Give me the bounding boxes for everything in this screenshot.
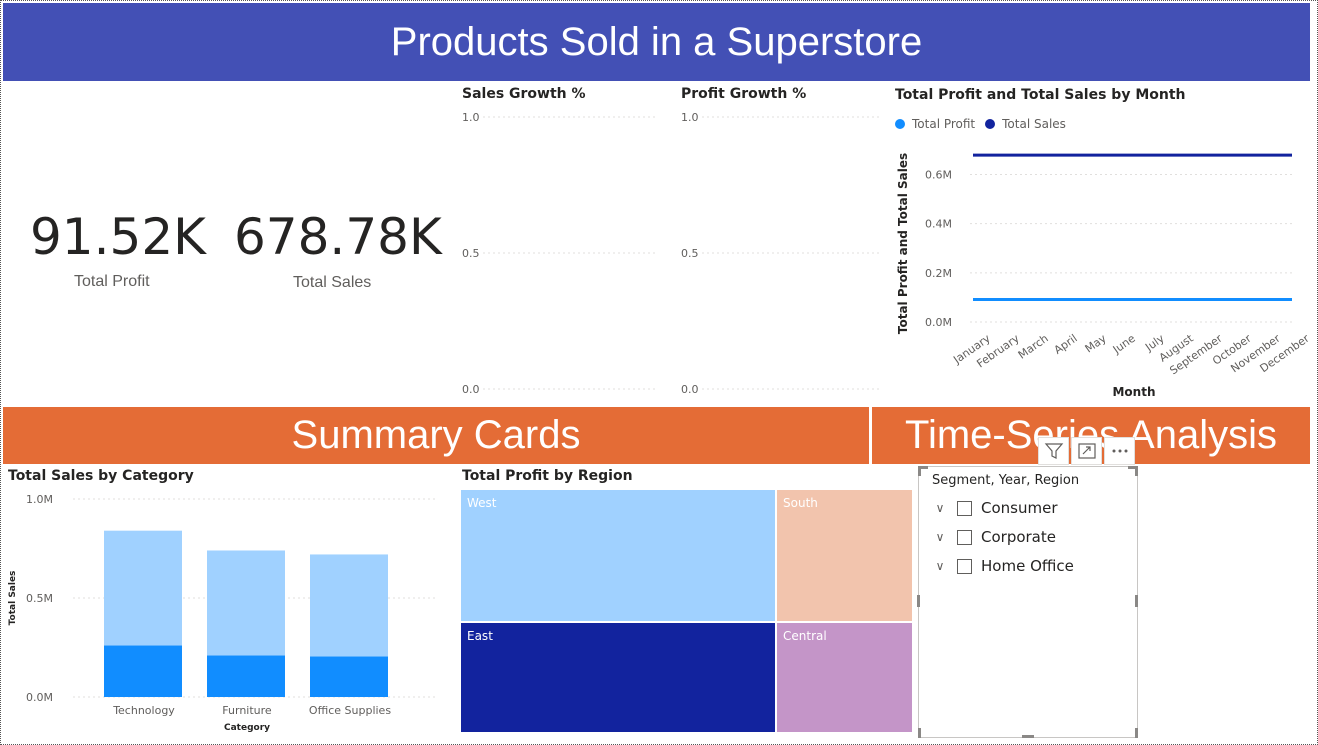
checkbox[interactable] [957, 500, 972, 516]
slicer-item-label: Consumer [981, 499, 1058, 517]
treemap-tile-east[interactable]: East [461, 623, 775, 732]
profit-growth-tick: 1.0 [681, 111, 699, 124]
chevron-down-icon[interactable]: ∨ [931, 559, 949, 573]
bar-segment[interactable] [104, 530, 182, 646]
slicer-header: Segment, Year, Region [932, 473, 1080, 488]
total-profit-card-label: Total Profit [74, 273, 150, 290]
sales-growth-tick: 1.0 [462, 111, 480, 124]
resize-handle[interactable] [1135, 466, 1138, 476]
profit-growth-title: Profit Growth % [681, 86, 807, 102]
profit-growth-tick: 0.5 [681, 247, 699, 260]
report-title: Products Sold in a Superstore [3, 3, 1310, 81]
x-tick-label: Office Supplies [309, 704, 391, 717]
y-tick-label: 0.2M [925, 267, 952, 280]
slicer-item-home-office[interactable]: ∨ Home Office [931, 557, 1074, 575]
slicer-item-consumer[interactable]: ∨ Consumer [931, 499, 1058, 517]
x-tick-label: June [1110, 332, 1138, 357]
bar-chart[interactable]: 0.0M 0.5M 1.0M Technology Furniture Office Su… [3, 488, 438, 738]
profit-growth-tick: 0.0 [681, 383, 699, 396]
total-profit-legend-dot [895, 119, 905, 129]
chevron-down-icon[interactable]: ∨ [931, 501, 949, 515]
y-tick-label: 0.0M [925, 316, 952, 329]
more-options-icon-glyph [1112, 449, 1127, 453]
checkbox[interactable] [957, 529, 972, 545]
total-sales-legend-dot [985, 119, 996, 129]
treemap-tile-south[interactable]: South [777, 490, 912, 621]
tile-label: East [467, 629, 493, 643]
focus-mode-icon[interactable] [1071, 437, 1102, 465]
resize-handle[interactable] [918, 466, 921, 476]
bar-segment[interactable] [310, 554, 388, 657]
y-tick-label: 1.0M [26, 493, 53, 506]
more-options-icon[interactable] [1104, 437, 1135, 465]
y-axis-title: Total Profit and Total Sales [896, 153, 910, 334]
x-tick-label: March [1016, 332, 1051, 362]
filter-icon-glyph [1044, 443, 1063, 459]
visual-header-toolbar [1038, 437, 1135, 465]
total-profit-card-value[interactable]: 91.52K [30, 208, 206, 266]
slicer-item-corporate[interactable]: ∨ Corporate [931, 528, 1056, 546]
sales-growth-chart[interactable]: 1.0 0.5 0.0 [455, 105, 660, 405]
resize-handle[interactable] [918, 728, 921, 738]
bar-segment[interactable] [207, 655, 285, 697]
segment-year-region-slicer[interactable]: Segment, Year, Region ∨ Consumer ∨ Corpo… [918, 466, 1138, 738]
summary-cards-banner: Summary Cards [3, 407, 869, 464]
line-chart[interactable]: 0.0M0.2M0.4M0.6MJanuaryFebruaryMarch Apri… [890, 140, 1312, 405]
tile-label: South [783, 496, 818, 510]
slicer-item-label: Home Office [981, 557, 1074, 575]
slicer-item-label: Corporate [981, 528, 1056, 546]
bar-segment[interactable] [207, 550, 285, 656]
total-sales-card-label: Total Sales [293, 274, 372, 291]
legend-label: Total Sales [1002, 117, 1066, 131]
x-tick-label: Furniture [222, 704, 272, 717]
x-tick-label: April [1052, 332, 1080, 357]
sales-growth-tick: 0.5 [462, 247, 480, 260]
resize-handle[interactable] [1135, 595, 1138, 607]
x-tick-label: Technology [112, 704, 175, 717]
bar-segment[interactable] [310, 656, 388, 697]
legend-label: Total Profit [912, 117, 976, 131]
tile-label: Central [783, 629, 827, 643]
sales-growth-tick: 0.0 [462, 383, 480, 396]
y-tick-label: 0.5M [26, 592, 53, 605]
bar-segment[interactable] [104, 645, 182, 697]
resize-handle[interactable] [1135, 728, 1138, 738]
y-tick-label: 0.0M [26, 691, 53, 704]
x-tick-label: May [1083, 332, 1109, 356]
checkbox[interactable] [957, 558, 972, 574]
line-chart-title: Total Profit and Total Sales by Month [895, 87, 1186, 103]
filter-icon[interactable] [1038, 437, 1069, 465]
focus-mode-icon-glyph [1077, 443, 1096, 459]
profit-growth-chart[interactable]: 1.0 0.5 0.0 [674, 105, 884, 405]
tile-label: West [467, 496, 497, 510]
treemap-tile-west[interactable]: West [461, 490, 775, 621]
line-chart-legend[interactable]: Total Profit Total Sales [895, 117, 1066, 131]
x-axis-title: Month [1112, 385, 1155, 399]
y-axis-title: Total Sales [8, 571, 18, 626]
resize-handle[interactable] [1022, 735, 1034, 738]
chevron-down-icon[interactable]: ∨ [931, 530, 949, 544]
total-sales-card-value[interactable]: 678.78K [234, 208, 442, 266]
x-axis-title: Category [224, 723, 270, 733]
bar-chart-title: Total Sales by Category [8, 468, 194, 484]
y-tick-label: 0.6M [925, 169, 952, 182]
sales-growth-title: Sales Growth % [462, 86, 586, 102]
y-tick-label: 0.4M [925, 218, 952, 231]
resize-handle[interactable] [917, 595, 920, 607]
treemap-title: Total Profit by Region [462, 468, 633, 484]
treemap-tile-central[interactable]: Central [777, 623, 912, 732]
